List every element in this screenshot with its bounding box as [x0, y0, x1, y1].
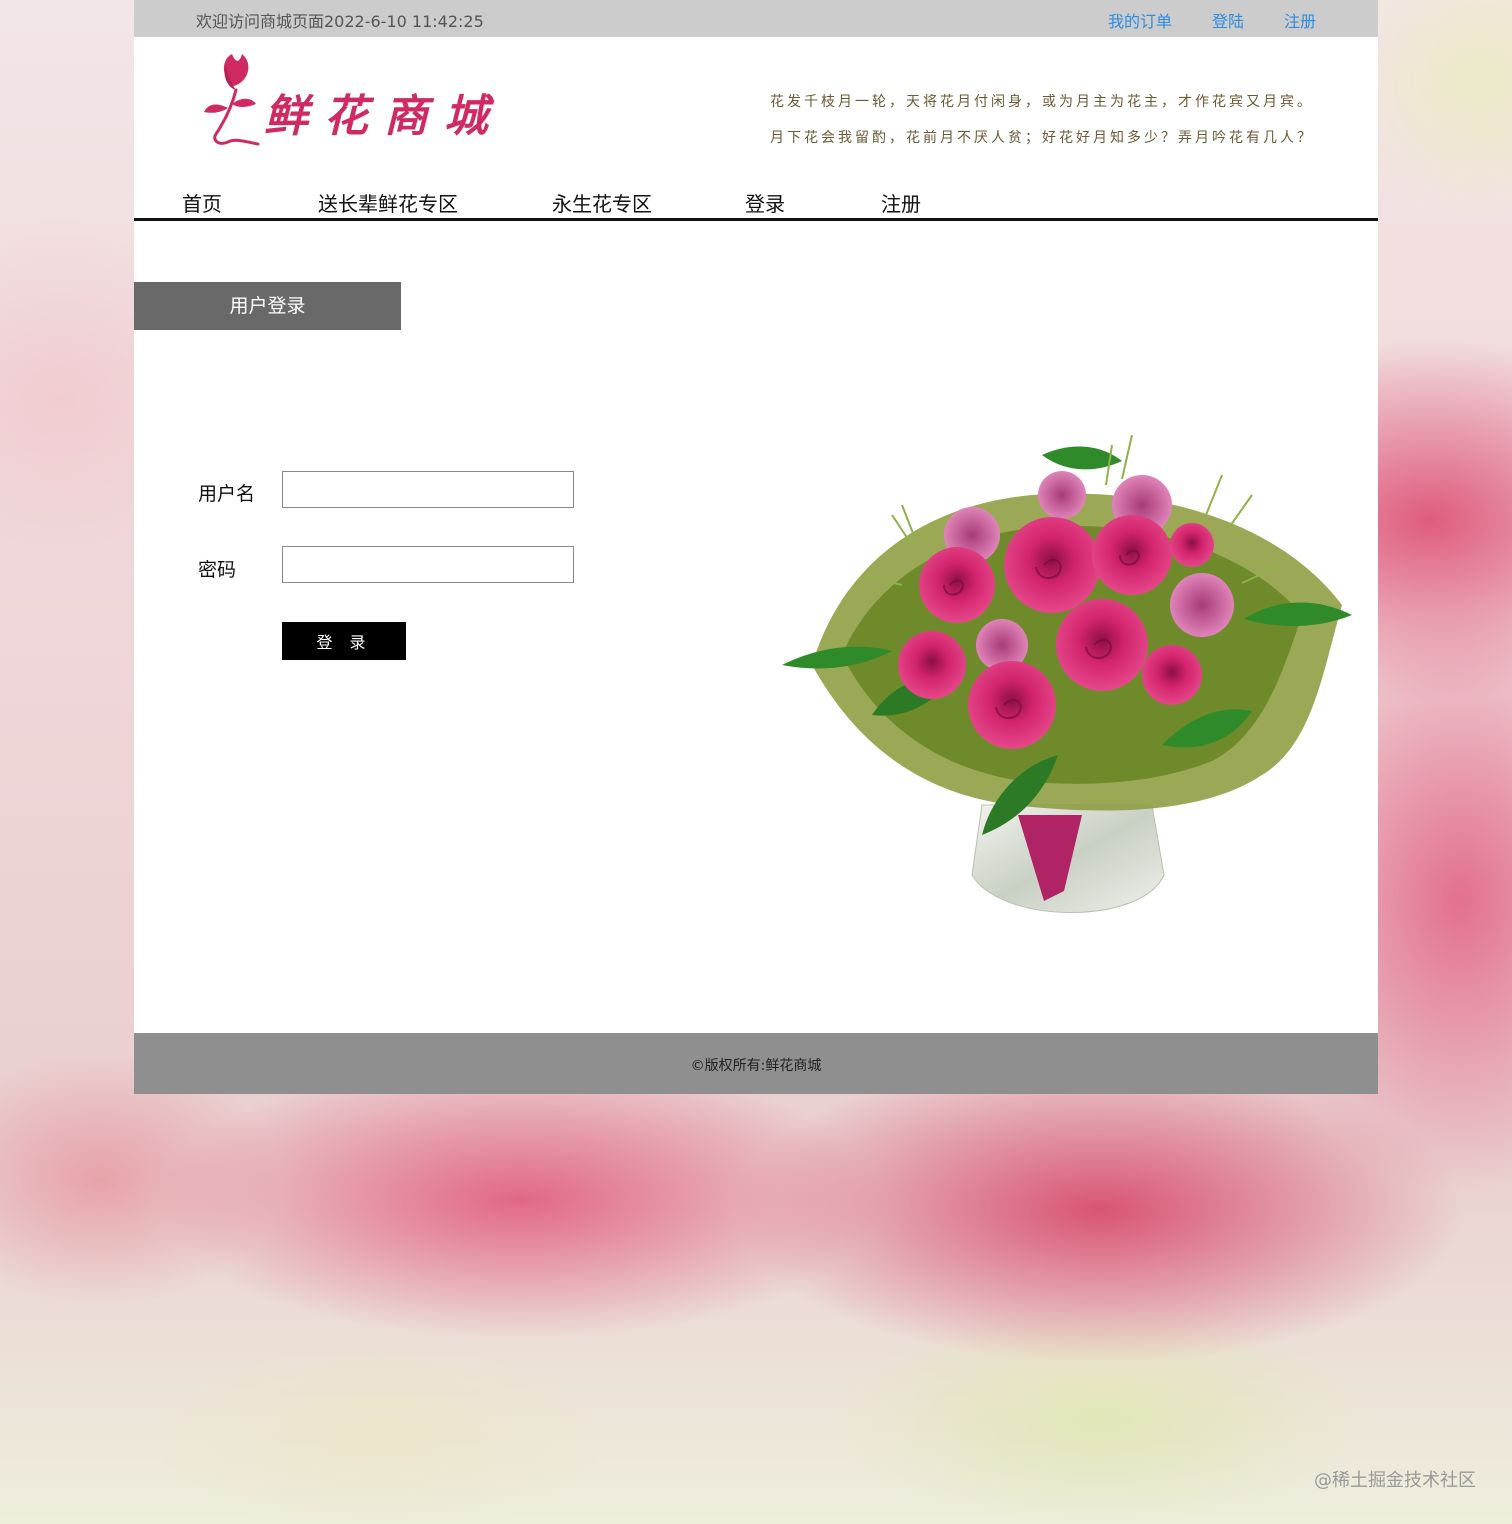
main-nav: 首页 送长辈鲜花专区 永生花专区 登录 注册 — [134, 180, 1378, 221]
page-container: 欢迎访问商城页面2022-6-10 11:42:25 我的订单 登陆 注册 鲜花… — [134, 0, 1378, 1094]
username-input[interactable] — [282, 471, 574, 508]
poem-line: 花发千枝月一轮，天将花月付闲身，或为月主为花主，才作花宾又月宾。 — [770, 94, 1314, 110]
nav-item-home[interactable]: 首页 — [182, 188, 222, 217]
bouquet-image — [782, 415, 1358, 927]
top-links: 我的订单 登陆 注册 — [1108, 8, 1316, 32]
watermark-text: @稀土掘金技术社区 — [1314, 1470, 1476, 1491]
nav-item-register[interactable]: 注册 — [881, 188, 921, 217]
header-poem: 花发千枝月一轮，天将花月付闲身，或为月主为花主，才作花宾又月宾。 月下花会我留酌… — [770, 84, 1330, 156]
top-register-link[interactable]: 注册 — [1284, 8, 1316, 32]
poem-line: 月下花会我留酌，花前月不厌人贫；好花好月知多少？弄月吟花有几人？ — [770, 130, 1314, 146]
welcome-text: 欢迎访问商城页面2022-6-10 11:42:25 — [196, 12, 484, 31]
nav-item-elder-flowers[interactable]: 送长辈鲜花专区 — [318, 188, 458, 217]
flower-bouquet-icon — [782, 434, 1352, 913]
username-label: 用户名 — [198, 483, 256, 505]
password-input[interactable] — [282, 546, 574, 583]
top-login-link[interactable]: 登陆 — [1212, 8, 1244, 32]
copyright-text: ©版权所有:鲜花商城 — [690, 1058, 822, 1074]
top-bar: 欢迎访问商城页面2022-6-10 11:42:25 我的订单 登陆 注册 — [134, 0, 1378, 37]
site-logo[interactable]: 鲜花商城 — [202, 46, 502, 150]
nav-item-eternal-flowers[interactable]: 永生花专区 — [552, 188, 652, 217]
password-label: 密码 — [198, 559, 237, 581]
nav-item-login[interactable]: 登录 — [745, 188, 785, 217]
logo-text: 鲜花商城 — [264, 91, 504, 142]
footer: ©版权所有:鲜花商城 — [134, 1033, 1378, 1094]
login-submit-button[interactable]: 登 录 — [282, 622, 406, 660]
my-orders-link[interactable]: 我的订单 — [1108, 8, 1172, 32]
login-heading: 用户登录 — [134, 282, 401, 330]
